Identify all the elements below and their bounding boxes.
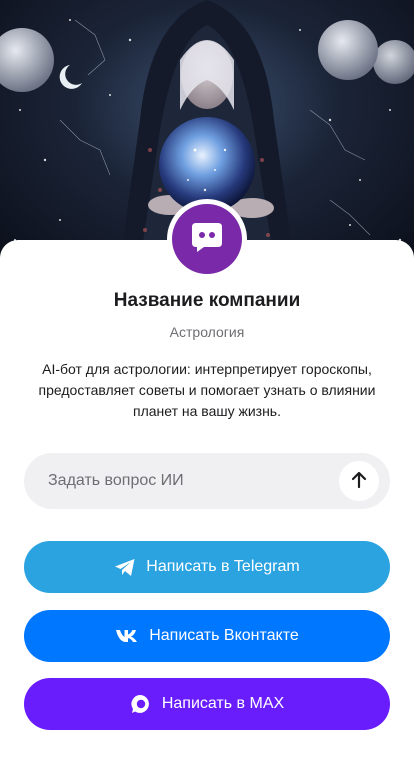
max-button-label: Написать в MAX (161, 695, 285, 712)
write-vk-button[interactable]: Написать Вконтакте (24, 610, 390, 662)
ask-ai-input[interactable] (48, 453, 338, 509)
company-name: Название компании (113, 290, 301, 311)
telegram-button-label: Написать в Telegram (146, 558, 300, 575)
write-telegram-button[interactable]: Написать в Telegram (24, 541, 390, 593)
telegram-icon (114, 558, 136, 577)
ask-ai-field (24, 453, 390, 509)
avatar-background (172, 204, 242, 274)
chat-bot-icon (190, 221, 224, 258)
arrow-up-icon (351, 471, 367, 492)
max-icon (130, 693, 152, 715)
avatar (167, 199, 247, 279)
write-max-button[interactable]: Написать в MAX (24, 678, 390, 730)
send-button[interactable] (339, 461, 379, 501)
vk-icon (115, 629, 139, 643)
vk-button-label: Написать Вконтакте (149, 627, 299, 644)
company-category: Астрология (169, 324, 245, 340)
company-description: AI-бот для астрологии: интерпретирует го… (38, 361, 376, 419)
